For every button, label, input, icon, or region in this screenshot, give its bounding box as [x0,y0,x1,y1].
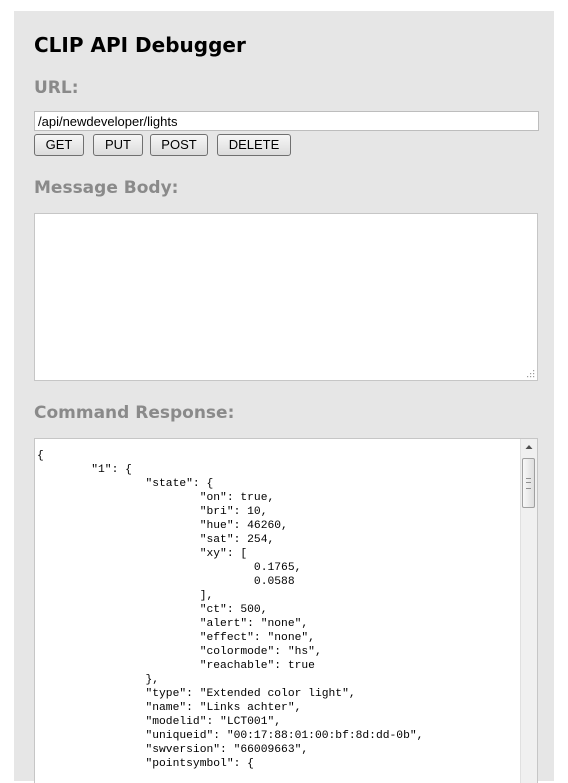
delete-button[interactable]: DELETE [217,134,291,156]
url-input[interactable] [34,111,539,131]
command-response-output[interactable]: { "1": { "state": { "on": true, "bri": 1… [34,438,538,783]
post-button[interactable]: POST [150,134,208,156]
put-button[interactable]: PUT [93,134,143,156]
debugger-panel: CLIP API Debugger URL: GET PUT POST DELE… [14,11,554,783]
response-line: "swversion": "66009663", [145,744,309,756]
response-line: "xy": [ [199,548,248,560]
response-line: "state": { [145,478,214,490]
response-scrollbar[interactable] [520,439,537,783]
url-label: URL: [34,78,79,98]
response-line: }, [145,674,160,686]
response-line: "pointsymbol": { [145,758,254,770]
response-json: { "1": { "state": { "on": true, "bri": 1… [37,449,423,771]
scrollbar-thumb[interactable] [522,458,535,508]
response-line: "on": true, [199,492,275,504]
response-line: 0.0588 [253,576,295,588]
response-line: "ct": 500, [199,604,268,616]
response-line: "hue": 46260, [199,520,288,532]
response-line: "1": { [91,464,132,476]
response-line: 0.1765, [253,562,302,574]
response-line: "name": "Links achter", [145,702,302,714]
get-button[interactable]: GET [34,134,84,156]
resize-grip-icon[interactable] [526,369,535,378]
scroll-up-arrow-icon[interactable] [521,439,537,455]
response-line: "alert": "none", [199,618,309,630]
response-line: "modelid": "LCT001", [145,716,282,728]
response-line: "sat": 254, [199,534,275,546]
response-line: { [37,450,44,462]
response-line: "uniqueid": "00:17:88:01:00:bf:8d:dd-0b"… [145,730,424,742]
page-title: CLIP API Debugger [34,33,246,57]
command-response-label: Command Response: [34,403,235,423]
message-body-textarea[interactable] [34,213,538,381]
response-line: "effect": "none", [199,632,315,644]
response-line: "bri": 10, [199,506,268,518]
response-line: ], [199,590,214,602]
thumb-grip-icon [526,478,531,489]
response-line: "colormode": "hs", [199,646,322,658]
response-line: "reachable": true [199,660,315,672]
response-line: "type": "Extended color light", [145,688,356,700]
message-body-label: Message Body: [34,178,179,198]
